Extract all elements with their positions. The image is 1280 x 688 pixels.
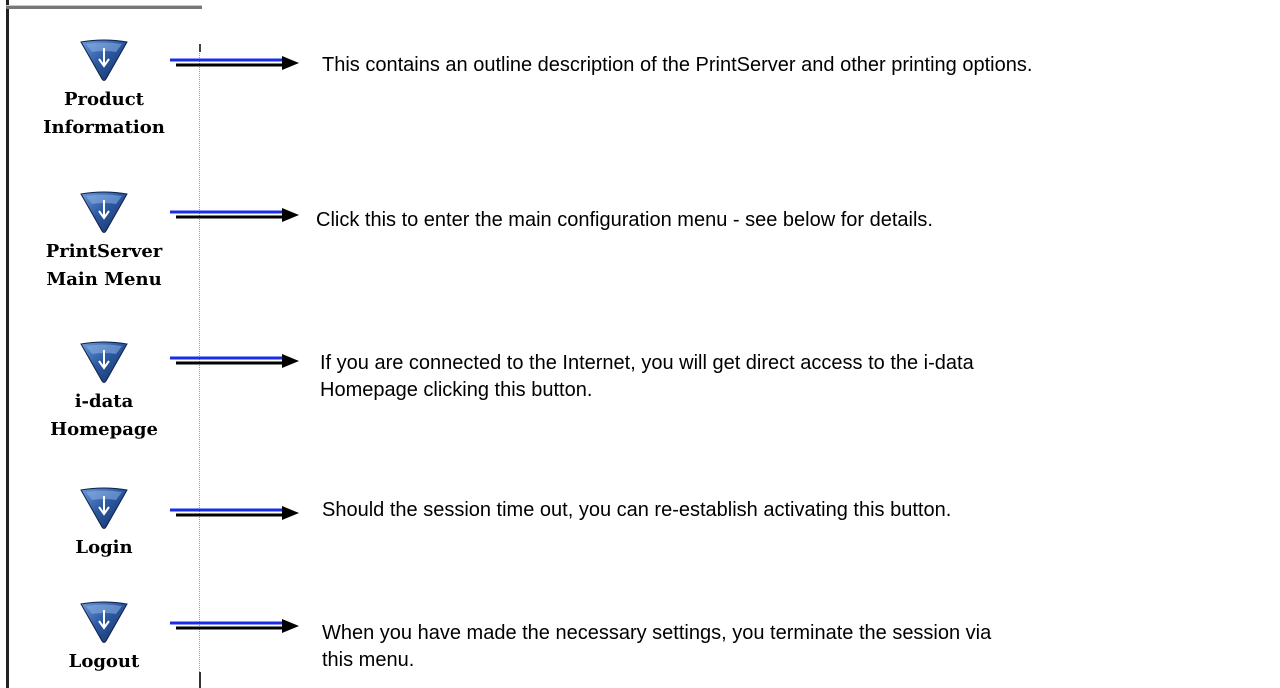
pointer-arrow-icon: [168, 55, 300, 73]
nav-item-label: Product Information: [43, 89, 165, 138]
nav-item-label: Logout: [68, 651, 140, 672]
nav-item-printserver-main-menu[interactable]: PrintServer Main Menu: [6, 190, 202, 294]
down-arrow-shield-icon: [78, 190, 130, 234]
nav-item-logout[interactable]: Logout: [6, 600, 202, 676]
description-i-data-homepage: If you are connected to the Internet, yo…: [320, 352, 974, 401]
down-arrow-shield-icon: [78, 38, 130, 82]
nav-item-label: Login: [75, 537, 133, 558]
nav-item-label: PrintServer Main Menu: [45, 241, 163, 290]
down-arrow-shield-icon: [78, 486, 130, 530]
pointer-arrow-icon: [168, 505, 300, 523]
sidebar-top-border: [6, 5, 202, 9]
nav-item-product-information[interactable]: Product Information: [6, 38, 202, 142]
description-logout: When you have made the necessary setting…: [322, 622, 992, 671]
description-login: Should the session time out, you can re-…: [322, 499, 952, 521]
description-product-information: This contains an outline description of …: [322, 54, 1033, 76]
pointer-arrow-icon: [168, 353, 300, 371]
pointer-arrow-icon: [168, 618, 300, 636]
nav-item-label: i-data Homepage: [50, 391, 158, 440]
nav-item-login[interactable]: Login: [6, 486, 202, 562]
down-arrow-shield-icon: [78, 600, 130, 644]
pointer-arrow-icon: [168, 207, 300, 225]
down-arrow-shield-icon: [78, 340, 130, 384]
description-printserver-main-menu: Click this to enter the main configurati…: [316, 209, 933, 231]
